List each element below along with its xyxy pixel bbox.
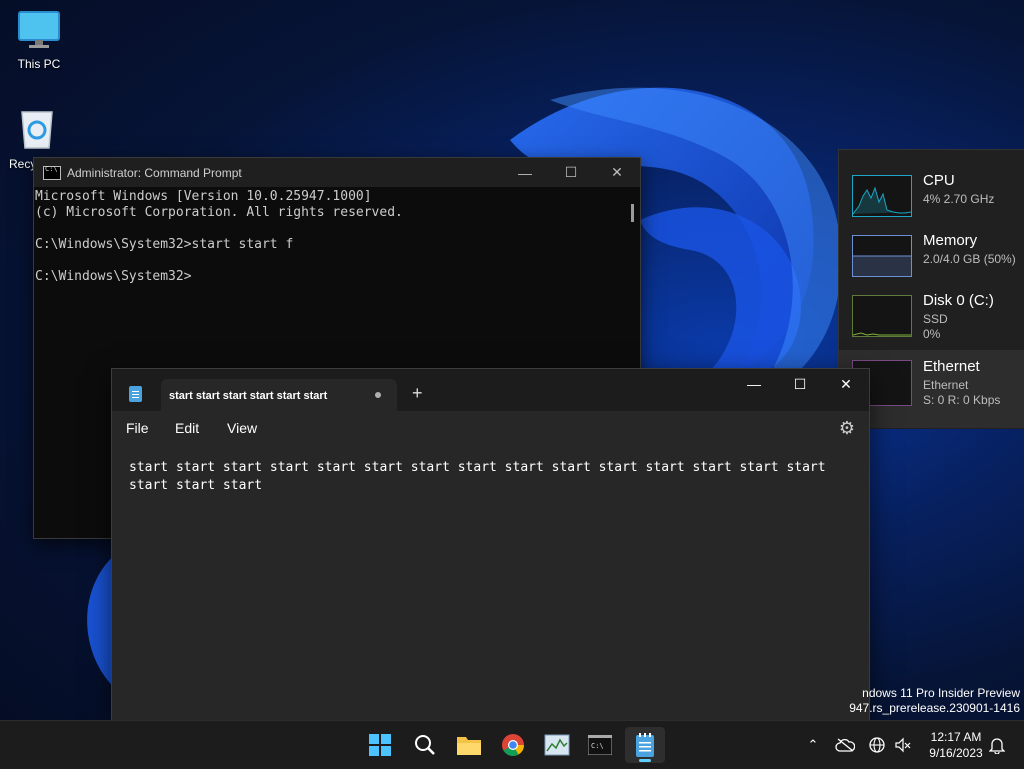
perf-item-detail: S: 0 R: 0 Kbps bbox=[923, 393, 1001, 407]
search-button[interactable] bbox=[405, 727, 445, 763]
start-button[interactable] bbox=[360, 727, 400, 763]
notepad-icon bbox=[129, 386, 142, 402]
watermark-line: 947.rs_prerelease.230901-1416 bbox=[849, 701, 1020, 715]
cmd-titlebar[interactable]: Administrator: Command Prompt — ☐ ✕ bbox=[34, 158, 640, 187]
perf-item-detail: 2.0/4.0 GB (50%) bbox=[923, 252, 1016, 266]
windows-logo-icon bbox=[369, 734, 391, 756]
network-tray-button[interactable] bbox=[866, 721, 888, 769]
speaker-muted-icon bbox=[895, 737, 911, 753]
bell-icon bbox=[989, 738, 1005, 754]
show-hidden-icons-button[interactable]: ⌃ bbox=[802, 721, 824, 769]
tab-label: start start start start start start bbox=[169, 390, 328, 402]
command-prompt-button[interactable]: C:\ bbox=[580, 727, 620, 763]
chrome-icon bbox=[502, 734, 524, 756]
globe-icon bbox=[869, 737, 885, 753]
notepad-text-area[interactable]: start start start start start start star… bbox=[129, 459, 854, 495]
notepad-taskbar-button[interactable] bbox=[625, 727, 665, 763]
console-line: Microsoft Windows [Version 10.0.25947.10… bbox=[35, 189, 372, 204]
notepad-icon bbox=[636, 733, 654, 757]
watermark-line: ndows 11 Pro Insider Preview bbox=[862, 686, 1020, 700]
search-icon bbox=[415, 735, 435, 755]
minimize-button[interactable]: — bbox=[731, 369, 777, 399]
maximize-button[interactable]: ☐ bbox=[777, 369, 823, 399]
perf-item-name: Ethernet bbox=[923, 358, 980, 375]
maximize-button[interactable]: ☐ bbox=[548, 158, 594, 187]
cloud-offline-icon bbox=[835, 738, 855, 752]
console-line: ​ bbox=[35, 253, 640, 269]
folder-icon bbox=[457, 737, 481, 755]
settings-gear-icon[interactable]: ⚙ bbox=[839, 418, 855, 439]
perf-item-detail: Ethernet bbox=[923, 378, 969, 392]
tab-document[interactable]: start start start start start start bbox=[161, 379, 397, 411]
recycle-bin-icon bbox=[18, 106, 53, 153]
cpu-graph bbox=[852, 175, 912, 217]
perf-item-detail: SSD bbox=[923, 312, 948, 326]
unsaved-dot-icon[interactable] bbox=[375, 392, 381, 398]
desktop-icon-this-pc[interactable]: This PC bbox=[4, 10, 74, 71]
onedrive-tray-button[interactable] bbox=[834, 721, 856, 769]
perf-item-name: Disk 0 (C:) bbox=[923, 292, 994, 309]
task-manager-icon bbox=[544, 734, 570, 756]
disk-graph bbox=[852, 295, 912, 337]
menu-file[interactable]: File bbox=[126, 420, 149, 436]
notepad-tabbar[interactable]: start start start start start start + — … bbox=[112, 369, 869, 411]
console-line: (c) Microsoft Corporation. All rights re… bbox=[35, 205, 403, 220]
task-manager-button[interactable] bbox=[537, 727, 577, 763]
notepad-menubar: File Edit View ⚙ bbox=[112, 411, 869, 445]
perf-item-cpu[interactable]: CPU 4% 2.70 GHz bbox=[839, 167, 1024, 227]
minimize-button[interactable]: — bbox=[502, 158, 548, 187]
menu-view[interactable]: View bbox=[227, 420, 257, 436]
new-tab-button[interactable]: + bbox=[412, 383, 423, 404]
clock-date: 9/16/2023 bbox=[929, 746, 983, 760]
volume-tray-button[interactable] bbox=[892, 721, 914, 769]
taskbar-clock[interactable]: 12:17 AM 9/16/2023 bbox=[921, 729, 991, 761]
cmd-console[interactable]: Microsoft Windows [Version 10.0.25947.10… bbox=[34, 187, 640, 285]
close-button[interactable]: ✕ bbox=[823, 369, 869, 399]
memory-graph bbox=[852, 235, 912, 277]
cmd-icon bbox=[43, 165, 61, 180]
terminal-icon: C:\ bbox=[588, 735, 612, 755]
perf-item-name: Memory bbox=[923, 232, 978, 249]
svg-text:C:\: C:\ bbox=[591, 742, 604, 750]
perf-item-memory[interactable]: Memory 2.0/4.0 GB (50%) bbox=[839, 227, 1024, 287]
desktop-icon-label: This PC bbox=[17, 57, 61, 71]
clock-time: 12:17 AM bbox=[930, 730, 982, 744]
perf-item-detail: 4% 2.70 GHz bbox=[923, 192, 995, 206]
perf-item-name: CPU bbox=[923, 172, 955, 189]
perf-item-detail: 0% bbox=[923, 327, 941, 341]
cmd-scrollbar[interactable] bbox=[631, 204, 634, 222]
monitor-icon bbox=[4, 10, 74, 53]
console-line: C:\Windows\System32>start start f bbox=[35, 237, 294, 252]
file-explorer-button[interactable] bbox=[449, 727, 489, 763]
notifications-button[interactable] bbox=[986, 721, 1008, 769]
console-line: ​ bbox=[35, 221, 640, 237]
build-watermark: ndows 11 Pro Insider Preview 947.rs_prer… bbox=[849, 686, 1020, 716]
perf-item-disk[interactable]: Disk 0 (C:) SSD 0% bbox=[839, 287, 1024, 347]
notepad-window[interactable]: start start start start start start + — … bbox=[111, 368, 870, 722]
taskbar: C:\ ⌃ 12:17 AM 9/16/2023 bbox=[0, 720, 1024, 769]
chrome-button[interactable] bbox=[493, 727, 533, 763]
close-button[interactable]: ✕ bbox=[594, 158, 640, 187]
menu-edit[interactable]: Edit bbox=[175, 420, 199, 436]
chevron-up-icon: ⌃ bbox=[807, 737, 819, 752]
cmd-title: Administrator: Command Prompt bbox=[67, 165, 242, 180]
console-line: C:\Windows\System32> bbox=[35, 269, 192, 284]
